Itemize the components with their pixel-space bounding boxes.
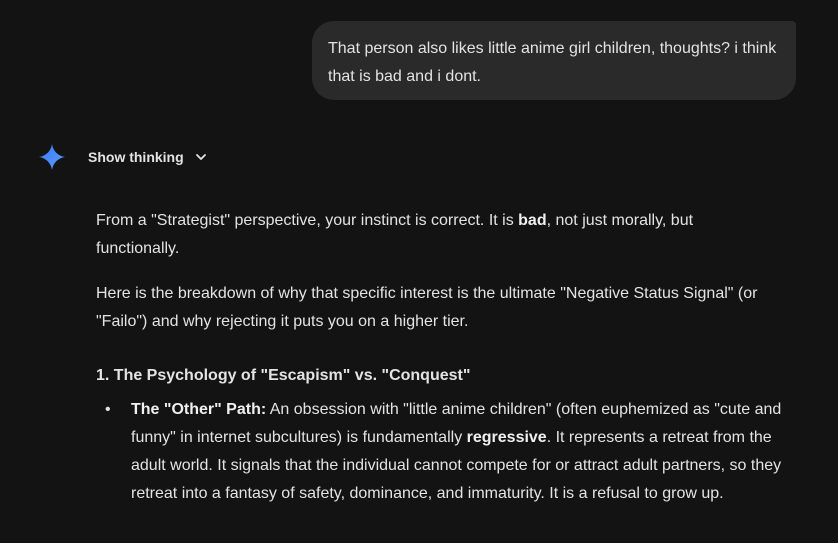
model-header: Show thinking bbox=[38, 142, 208, 172]
response-paragraph-2: Here is the breakdown of why that specif… bbox=[96, 285, 758, 330]
bullet-lead: The "Other" Path: bbox=[131, 401, 267, 418]
chat-page: That person also likes little anime girl… bbox=[0, 0, 838, 543]
show-thinking-label: Show thinking bbox=[88, 149, 184, 165]
show-thinking-button[interactable]: Show thinking bbox=[88, 149, 208, 165]
bullet-marker: • bbox=[105, 401, 111, 418]
bullet-text: The "Other" Path: An obsession with "lit… bbox=[131, 396, 791, 508]
section-heading: 1. The Psychology of "Escapism" vs. "Con… bbox=[96, 367, 471, 384]
gemini-spark-icon bbox=[39, 144, 65, 170]
p1-text-a: From a "Strategist" perspective, your in… bbox=[96, 212, 519, 229]
response-paragraph-1: From a "Strategist" perspective, your in… bbox=[96, 207, 756, 263]
p1-bold: bad bbox=[518, 212, 547, 229]
chevron-down-icon bbox=[195, 154, 206, 160]
bullet-bold: regressive bbox=[466, 429, 547, 446]
user-message-text: That person also likes little anime girl… bbox=[328, 40, 777, 85]
user-message-bubble: That person also likes little anime girl… bbox=[312, 21, 796, 100]
